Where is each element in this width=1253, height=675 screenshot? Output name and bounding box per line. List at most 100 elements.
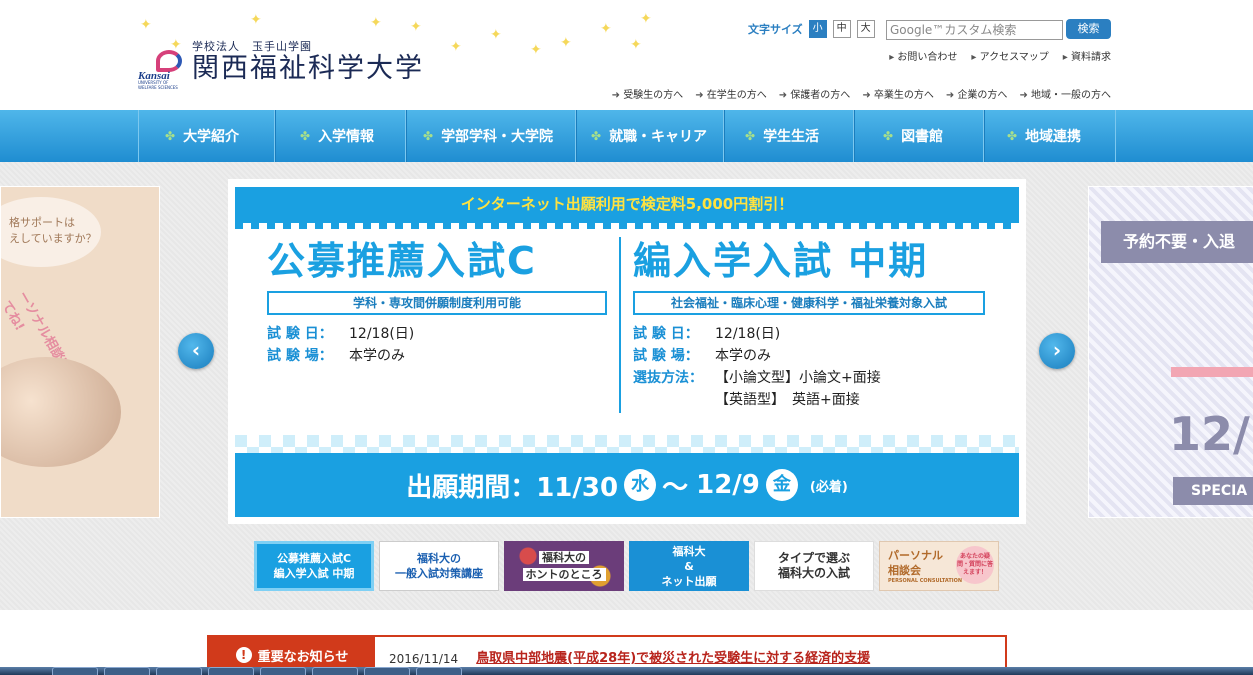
- university-name: 関西福祉科学大学: [192, 53, 424, 84]
- taskbar-button[interactable]: [52, 667, 98, 675]
- exam-column-recommendation: 公募推薦入試C 学科・専攻間併願制度利用可能 試 験 日： 12/18(日) 試 …: [267, 237, 607, 367]
- thumb-line: 福科大の: [539, 551, 589, 564]
- exam-info-row: 選抜方法： 【小論文型】小論文+面接: [633, 367, 993, 389]
- info-value: 12/18(日): [349, 326, 415, 342]
- clover-icon: ✤: [883, 129, 894, 143]
- period-end: 12/9: [696, 470, 760, 500]
- audience-link-applicants[interactable]: 受験生の方へ: [612, 86, 683, 101]
- exam-subtitle: 学科・専攻間併願制度利用可能: [267, 291, 607, 315]
- audience-link-community[interactable]: 地域・一般の方へ: [1019, 86, 1111, 101]
- font-size-small-button[interactable]: 小: [808, 20, 827, 38]
- alert-icon: !: [235, 647, 252, 663]
- thumbnail-exam[interactable]: 公募推薦入試C 編入学入試 中期: [254, 541, 374, 591]
- thumb-line: ホントのところ: [522, 568, 606, 581]
- prev-slide-preview[interactable]: 格サポートは えしていますか？ ーソナル相談室へ来てね!: [0, 186, 160, 518]
- request-materials-link[interactable]: 資料請求: [1063, 48, 1111, 63]
- exam-info-row: 試 験 場： 本学のみ: [633, 345, 993, 367]
- audience-link-students[interactable]: 在学生の方へ: [695, 86, 767, 101]
- search-button[interactable]: 検索: [1066, 19, 1111, 39]
- exam-subtitle: 社会福祉・臨床心理・健康科学・福祉栄養対象入試: [633, 291, 985, 315]
- thumb-line: 福科大: [672, 544, 706, 558]
- carousel-prev-button[interactable]: ‹: [178, 333, 214, 369]
- next-slide-preview[interactable]: 予約不要・入退 12/2 SPECIA: [1088, 186, 1253, 518]
- taskbar-button[interactable]: [260, 667, 306, 675]
- notice-label-text: 重要なお知らせ: [257, 649, 349, 665]
- audience-link-alumni[interactable]: 卒業生の方へ: [862, 86, 934, 101]
- nav-label: 図書館: [901, 129, 944, 145]
- clover-icon: ✤: [300, 129, 311, 143]
- thumb-line: タイプで選ぶ: [777, 551, 850, 565]
- walk-in-banner: 予約不要・入退: [1101, 221, 1253, 263]
- contact-link[interactable]: お問い合わせ: [889, 48, 957, 63]
- carousel-next-button[interactable]: ›: [1039, 333, 1075, 369]
- chevron-right-icon: ›: [1052, 338, 1062, 362]
- nav-label: 大学紹介: [183, 129, 240, 145]
- hero-carousel: 格サポートは えしていますか？ ーソナル相談室へ来てね! 予約不要・入退 12/…: [0, 162, 1253, 610]
- thumbnail-exam-types[interactable]: タイプで選ぶ 福科大の入試: [754, 541, 874, 591]
- logo-sub: UNIVERSITY OF WELFARE SCIENCES: [138, 80, 178, 90]
- logo-swirl-icon: [156, 50, 182, 72]
- access-map-link[interactable]: アクセスマップ: [971, 48, 1049, 63]
- taskbar-button[interactable]: [104, 667, 150, 675]
- thumb-line: ネット出願: [661, 574, 717, 588]
- exam-title: 編入学入試 中期: [633, 239, 929, 283]
- chevron-left-icon: ‹: [191, 338, 201, 362]
- taskbar-button[interactable]: [364, 667, 410, 675]
- weekday-badge: 水: [624, 469, 657, 501]
- global-nav: ✤ 大学紹介 ✤ 入学情報 ✤ 学部学科・大学院 ✤ 就職・キャリア ✤ 学生生活 ✤ 図書…: [0, 110, 1253, 162]
- nav-item-career[interactable]: ✤ 就職・キャリア: [576, 110, 724, 162]
- thumbnail-general-exam-course[interactable]: 福科大の 一般入試対策講座: [379, 541, 499, 591]
- period-tilde: 〜: [662, 472, 689, 503]
- taskbar-button[interactable]: [156, 667, 202, 675]
- university-logo[interactable]: Kansai UNIVERSITY OF WELFARE SCIENCES 学校…: [138, 38, 424, 90]
- thumb-line: 公募推薦入試C: [276, 552, 352, 565]
- thumb-line: &: [684, 559, 694, 573]
- nav-item-community[interactable]: ✤ 地域連携: [984, 110, 1116, 162]
- exam-info-row: 【英語型】 英語+面接: [633, 389, 993, 411]
- nav-label: 入学情報: [318, 129, 375, 145]
- info-value: 【小論文型】小論文+面接: [715, 370, 881, 386]
- thumbnail-real-campus[interactable]: 福科大の ホントのところ: [504, 541, 624, 591]
- clover-icon: ✤: [591, 129, 602, 143]
- current-slide[interactable]: インターネット出願利用で検定料5,000円割引！ 公募推薦入試C 学科・専攻間併…: [228, 179, 1026, 524]
- nav-item-student-life[interactable]: ✤ 学生生活: [724, 110, 854, 162]
- weekday-badge: 金: [765, 469, 798, 501]
- info-key: 試 験 場：: [267, 348, 333, 364]
- font-size-label: 文字サイズ: [748, 23, 803, 36]
- info-value: 【英語型】 英語+面接: [715, 392, 860, 408]
- thumb-line: 福科大の: [417, 552, 461, 565]
- speech-bubble: 格サポートは えしていますか？: [1, 197, 101, 267]
- exam-info-row: 試 験 日： 12/18(日): [633, 323, 993, 345]
- font-size-large-button[interactable]: 大: [856, 20, 875, 38]
- pink-bar: [1171, 367, 1253, 377]
- corporation-name: 学校法人 玉手山学園: [192, 40, 312, 53]
- column-divider: [619, 237, 621, 413]
- search-input[interactable]: Google™カスタム検索: [886, 20, 1063, 40]
- application-period: 出願期間：11/30 水 〜 12/9 金 (必着): [235, 453, 1019, 517]
- font-size-medium-button[interactable]: 中: [832, 20, 851, 38]
- taskbar-button[interactable]: [312, 667, 358, 675]
- info-key: [633, 389, 715, 411]
- nav-label: 学部学科・大学院: [441, 129, 554, 145]
- thumb-line: 一般入試対策講座: [395, 567, 483, 580]
- nav-item-about[interactable]: ✤ 大学紹介: [138, 110, 275, 162]
- nav-item-faculties[interactable]: ✤ 学部学科・大学院: [406, 110, 576, 162]
- site-header: ✦ ✦ ✦ ✦ ✦ ✦ ✦ ✦ ✦ ✦ ✦ ✦ Kansai UNIVERSITY OF WEL…: [0, 0, 1253, 110]
- thumbnail-net-application[interactable]: 福科大 & ネット出願: [629, 541, 749, 591]
- clover-icon: ✤: [165, 129, 176, 143]
- info-key: 選抜方法：: [633, 370, 703, 386]
- info-value: 12/18(日): [715, 326, 781, 342]
- taskbar-button[interactable]: [416, 667, 462, 675]
- font-size-switcher: 文字サイズ 小 中 大: [748, 20, 881, 38]
- info-key: 試 験 場：: [633, 348, 699, 364]
- nav-item-admissions[interactable]: ✤ 入学情報: [275, 110, 406, 162]
- thumbnail-personal-consultation[interactable]: パーソナル 相談会 PERSONAL CONSULTATION あなたの疑問・質…: [879, 541, 999, 591]
- thumb-line: 編入学入試 中期: [273, 567, 355, 580]
- audience-link-parents[interactable]: 保護者の方へ: [779, 86, 850, 101]
- taskbar-button[interactable]: [208, 667, 254, 675]
- audience-link-companies[interactable]: 企業の方へ: [946, 86, 1007, 101]
- info-value: 本学のみ: [715, 348, 771, 364]
- exam-title: 公募推薦入試C: [267, 239, 537, 283]
- period-note: (必着): [809, 479, 848, 495]
- nav-item-library[interactable]: ✤ 図書館: [854, 110, 984, 162]
